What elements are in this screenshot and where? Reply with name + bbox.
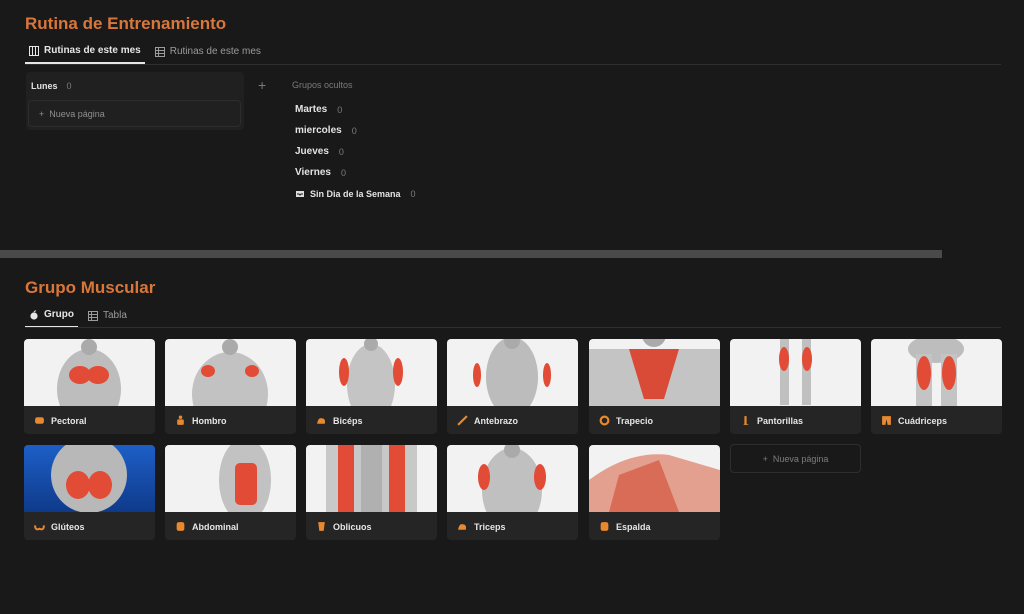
glutes-icon <box>34 525 45 531</box>
board-column-lunes[interactable]: Lunes 0 + Nueva página <box>26 72 244 130</box>
tab-table[interactable]: Rutinas de este mes <box>151 45 265 64</box>
new-page-button[interactable]: + Nueva página <box>28 100 241 127</box>
hidden-group-item[interactable]: Martes 0 <box>292 99 416 120</box>
forearm-icon <box>457 415 468 426</box>
inbox-icon <box>296 190 304 197</box>
plus-icon: + <box>762 453 768 464</box>
hidden-group-name: Jueves <box>295 146 329 157</box>
tab-grupo-label: Grupo <box>44 309 74 320</box>
card-title: Bicéps <box>333 415 363 426</box>
tab-tabla-label: Tabla <box>103 310 127 321</box>
hidden-group-item[interactable]: Viernes 0 <box>292 162 416 183</box>
tab-tabla[interactable]: Tabla <box>84 309 131 328</box>
card-gluteos[interactable]: Glúteos <box>24 445 155 540</box>
card-title: Trapecio <box>616 415 654 426</box>
column-count: 0 <box>66 81 72 91</box>
hidden-group-name: Sin Dia de la Semana <box>310 188 401 199</box>
leg-icon <box>743 416 749 425</box>
hidden-group-count: 0 <box>340 167 346 178</box>
chest-icon <box>35 417 44 424</box>
card-title: Pectoral <box>51 415 87 426</box>
back-icon <box>600 522 609 531</box>
hidden-group-count: 0 <box>338 146 344 157</box>
hidden-group-name: Viernes <box>295 167 331 178</box>
card-title: Pantorillas <box>757 415 804 426</box>
muscle-tabs: Grupo Tabla <box>25 309 131 328</box>
body-icon <box>177 415 184 425</box>
card-image <box>24 339 155 406</box>
card-title: Glúteos <box>51 521 85 532</box>
column-header: Lunes 0 <box>31 81 72 91</box>
flexed-arm-icon <box>317 418 326 424</box>
card-image <box>730 339 861 406</box>
new-page-label: Nueva página <box>772 453 829 464</box>
torso-icon <box>318 522 325 531</box>
card-image <box>24 445 155 512</box>
apple-icon <box>30 309 38 320</box>
card-image <box>306 339 437 406</box>
card-trapecio[interactable]: Trapecio <box>589 339 720 434</box>
card-image <box>165 445 296 512</box>
tab-divider <box>25 64 1001 65</box>
hidden-group-item[interactable]: miercoles 0 <box>292 120 416 141</box>
routine-title: Rutina de Entrenamiento <box>25 14 227 33</box>
card-antebrazo[interactable]: Antebrazo <box>447 339 578 434</box>
card-pectoral[interactable]: Pectoral <box>24 339 155 434</box>
card-title: Cuádriceps <box>898 415 948 426</box>
table-icon <box>88 310 98 321</box>
circle-icon <box>599 415 610 426</box>
card-cuadriceps[interactable]: Cuádriceps <box>871 339 1002 434</box>
card-image <box>306 445 437 512</box>
hidden-group-name: Martes <box>295 104 328 115</box>
card-pantorillas[interactable]: Pantorillas <box>730 339 861 434</box>
card-image <box>589 339 720 406</box>
tab-board[interactable]: Rutinas de este mes <box>25 45 145 64</box>
hidden-group-count: 0 <box>351 125 357 136</box>
card-image <box>447 445 578 512</box>
plus-icon: + <box>39 108 45 119</box>
card-image <box>589 445 720 512</box>
routine-tabs: Rutinas de este mes Rutinas de este mes <box>25 45 265 64</box>
hidden-group-name: miercoles <box>295 125 342 136</box>
tab-table-label: Rutinas de este mes <box>169 46 261 57</box>
card-oblicuos[interactable]: Oblicuos <box>306 445 437 540</box>
column-name: Lunes <box>31 81 58 91</box>
horizontal-scrollbar[interactable] <box>0 250 942 258</box>
gallery-new-page-button[interactable]: + Nueva página <box>730 444 861 473</box>
hidden-groups: Grupos ocultos Martes 0 miercoles 0 Juev… <box>292 80 416 204</box>
flexed-arm-icon <box>458 524 467 530</box>
hidden-group-item[interactable]: Jueves 0 <box>292 141 416 162</box>
tab-grupo[interactable]: Grupo <box>25 309 78 328</box>
card-title: Espalda <box>616 521 651 532</box>
card-title: Oblicuos <box>333 521 372 532</box>
card-title: Abdominal <box>192 521 239 532</box>
new-page-label: Nueva página <box>49 108 105 119</box>
card-image <box>871 339 1002 406</box>
muscle-group-title: Grupo Muscular <box>25 278 156 297</box>
shorts-icon <box>882 416 891 425</box>
card-abdominal[interactable]: Abdominal <box>165 445 296 540</box>
tab-divider <box>25 327 1001 328</box>
card-title: Hombro <box>192 415 227 426</box>
tab-board-label: Rutinas de este mes <box>44 45 141 56</box>
board-icon <box>29 45 39 56</box>
card-image <box>447 339 578 406</box>
hidden-group-item[interactable]: Sin Dia de la Semana 0 <box>292 183 416 204</box>
card-title: Antebrazo <box>474 415 519 426</box>
table-icon <box>154 46 165 57</box>
card-image <box>165 339 296 406</box>
hidden-groups-title: Grupos ocultos <box>292 80 353 90</box>
hidden-group-count: 0 <box>337 104 343 115</box>
hidden-group-count: 0 <box>410 188 416 199</box>
add-group-button[interactable]: + <box>258 77 266 93</box>
abs-icon <box>176 522 185 531</box>
card-biceps[interactable]: Bicéps <box>306 339 437 434</box>
card-triceps[interactable]: Triceps <box>447 445 578 540</box>
card-espalda[interactable]: Espalda <box>589 445 720 540</box>
card-title: Triceps <box>474 521 506 532</box>
card-hombro[interactable]: Hombro <box>165 339 296 434</box>
